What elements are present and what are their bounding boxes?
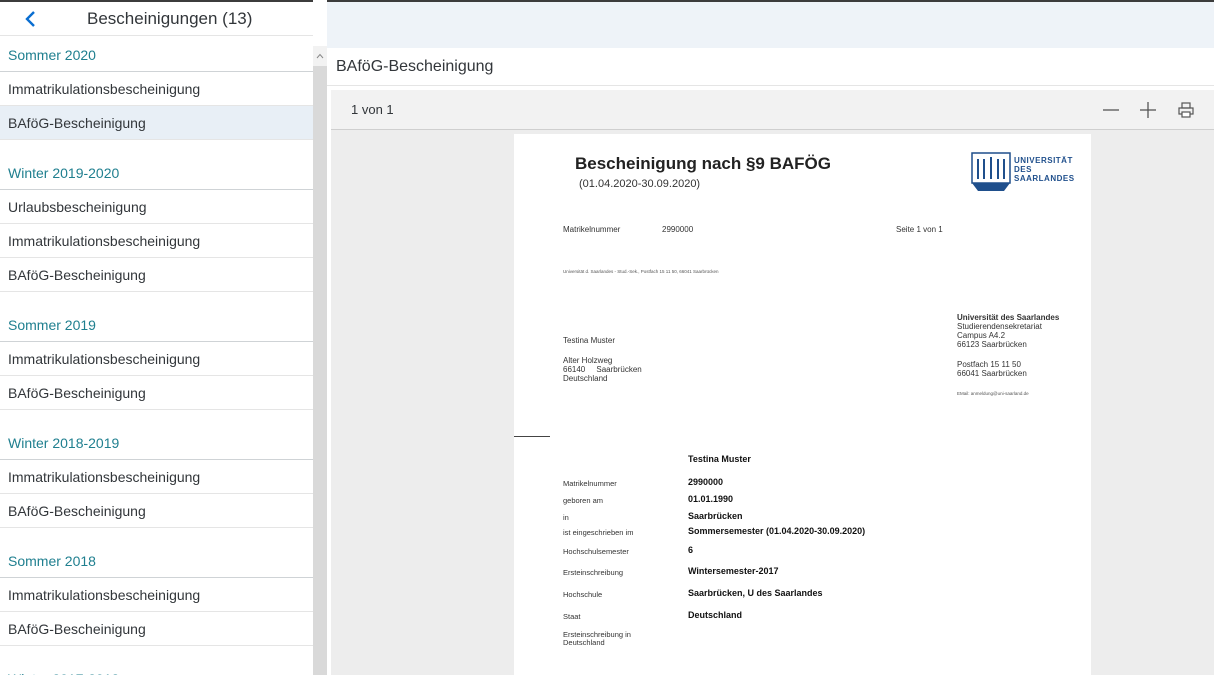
university-line: Campus A4.2 <box>957 331 1006 340</box>
university-line: 66041 Saarbrücken <box>957 369 1027 378</box>
field-label: Hochschulsemester <box>563 547 629 556</box>
university-line: 66123 Saarbrücken <box>957 340 1027 349</box>
fold-mark <box>514 436 550 437</box>
group-header: Winter 2019-2020 <box>0 154 313 190</box>
university-line: Postfach 15 11 50 <box>957 360 1021 369</box>
pdf-viewer: 1 von 1 Bescheinigung nach §9 BAFÖG (01.… <box>331 90 1214 675</box>
group-header: Sommer 2020 <box>0 36 313 72</box>
field-value: Saarbrücken, U des Saarlandes <box>688 588 823 598</box>
page-count: 1 von 1 <box>351 102 394 117</box>
field-value: Deutschland <box>688 610 743 620</box>
university-logo-text: UNIVERSITÄT DES SAARLANDES <box>1014 156 1075 183</box>
recipient-city: 66140 Saarbrücken <box>563 365 642 374</box>
chevron-left-icon <box>25 10 35 27</box>
zoom-in-button[interactable] <box>1136 98 1160 122</box>
list-item[interactable]: Immatrikulationsbescheinigung <box>0 72 313 106</box>
list-item-selected[interactable]: BAföG-Bescheinigung <box>0 106 313 140</box>
list-item[interactable]: BAföG-Bescheinigung <box>0 494 313 528</box>
university-email: EMail: anmeldung@uni-saarland.de <box>957 391 1029 396</box>
list-item[interactable]: Urlaubsbescheinigung <box>0 190 313 224</box>
field-label: Ersteinschreibung in Deutschland <box>563 630 631 647</box>
chevron-up-icon <box>316 53 324 59</box>
field-value: 01.01.1990 <box>688 494 734 504</box>
minus-icon <box>1103 109 1119 111</box>
printer-icon <box>1178 102 1194 118</box>
list-item[interactable]: Immatrikulationsbescheinigung <box>0 578 313 612</box>
document-page: Bescheinigung nach §9 BAFÖG (01.04.2020-… <box>514 134 1091 675</box>
list-item[interactable]: Immatrikulationsbescheinigung <box>0 342 313 376</box>
sidebar-header: Bescheinigungen (13) <box>0 0 313 36</box>
print-button[interactable] <box>1174 98 1198 122</box>
recipient-street: Alter Holzweg <box>563 356 613 365</box>
sidebar: Bescheinigungen (13) Sommer 2020 Immatri… <box>0 0 313 675</box>
matrikel-label: Matrikelnummer <box>563 225 621 234</box>
matrikel-value: 2990000 <box>662 225 694 234</box>
list-item[interactable]: Immatrikulationsbescheinigung <box>0 224 313 258</box>
group-header: Sommer 2018 <box>0 542 313 578</box>
group-header: Winter 2018-2019 <box>0 424 313 460</box>
field-label: Staat <box>563 612 581 621</box>
viewer-toolbar: 1 von 1 <box>331 90 1214 130</box>
document-period: (01.04.2020-30.09.2020) <box>579 178 701 190</box>
document-heading: Bescheinigung nach §9 BAFÖG <box>575 154 831 173</box>
list-item[interactable]: Immatrikulationsbescheinigung <box>0 460 313 494</box>
field-value: Saarbrücken <box>688 511 743 521</box>
field-label: in <box>563 513 569 522</box>
list-item[interactable]: BAföG-Bescheinigung <box>0 258 313 292</box>
field-value: 2990000 <box>688 477 724 487</box>
recipient-country: Deutschland <box>563 374 608 383</box>
sender-line: Universität d. Saarlandes - Stud.-Sek., … <box>563 269 719 274</box>
plus-icon <box>1140 102 1156 118</box>
list-item[interactable]: BAföG-Bescheinigung <box>0 376 313 410</box>
university-name: Universität des Saarlandes <box>957 313 1060 322</box>
field-label: geboren am <box>563 496 604 505</box>
person-name: Testina Muster <box>688 454 751 464</box>
recipient-name: Testina Muster <box>563 336 616 345</box>
university-line: Studierendensekretariat <box>957 322 1042 331</box>
field-label: Ersteinschreibung <box>563 568 624 577</box>
back-button[interactable] <box>0 10 60 28</box>
field-label: Matrikelnummer <box>563 479 617 488</box>
field-label: ist eingeschrieben im <box>563 528 634 537</box>
field-value: 6 <box>688 545 694 555</box>
scroll-up-button[interactable] <box>313 46 327 66</box>
field-label: Hochschule <box>563 590 603 599</box>
group-header: Sommer 2019 <box>0 306 313 342</box>
group-header: Winter 2017-2018 <box>0 660 313 675</box>
field-value: Sommersemester (01.04.2020-30.09.2020) <box>688 526 866 536</box>
document-title: BAföG-Bescheinigung <box>327 48 1214 86</box>
top-bar <box>327 0 1214 48</box>
list-item[interactable]: BAföG-Bescheinigung <box>0 612 313 646</box>
zoom-out-button[interactable] <box>1099 98 1123 122</box>
field-value: Wintersemester-2017 <box>688 566 779 576</box>
page-info: Seite 1 von 1 <box>896 225 943 234</box>
sidebar-title: Bescheinigungen (13) <box>87 8 253 28</box>
sidebar-scrollbar[interactable] <box>313 46 327 675</box>
